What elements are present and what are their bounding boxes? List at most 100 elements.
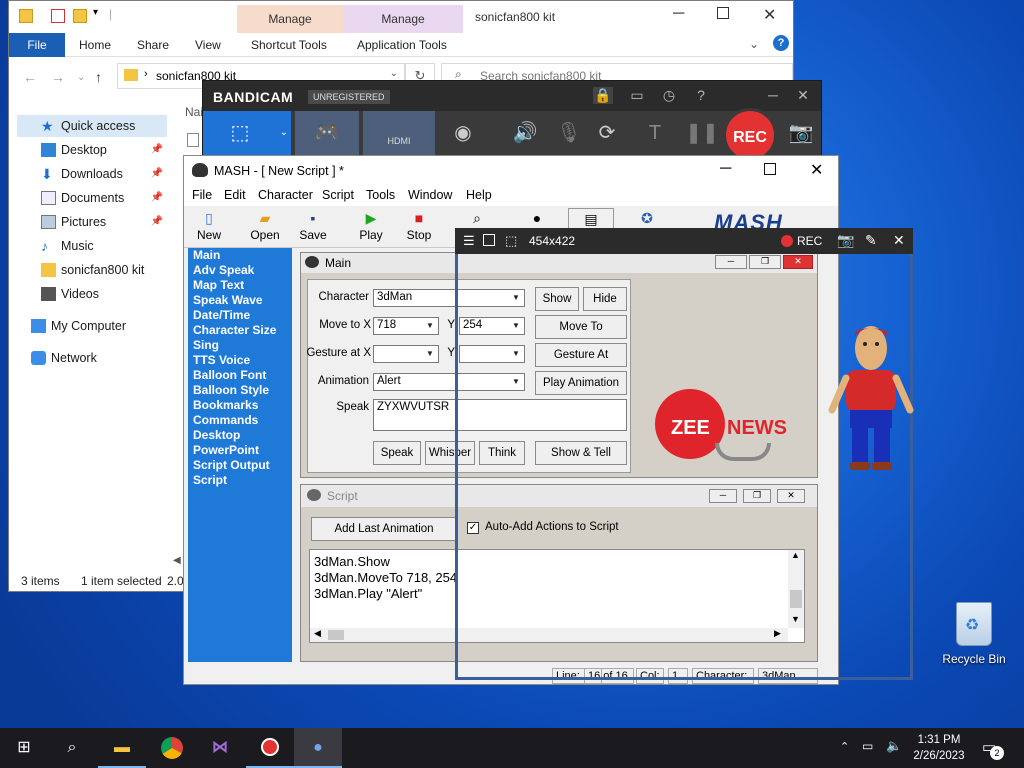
pencil-icon[interactable]: ✎	[865, 232, 877, 249]
volume-icon[interactable]: 🔈	[886, 738, 902, 754]
play-button[interactable]: ▶ Play	[348, 208, 394, 248]
properties-icon[interactable]	[51, 9, 65, 23]
text-overlay-icon[interactable]: T	[635, 111, 675, 157]
menu-help[interactable]: Help	[466, 188, 492, 202]
start-button[interactable]: ⊞	[0, 728, 48, 768]
screen-record-mode-button[interactable]: ⬚	[203, 111, 277, 157]
menu-script[interactable]: Script	[322, 188, 354, 202]
close-icon[interactable]: ✕	[793, 87, 813, 104]
network-icon[interactable]: ▭	[862, 739, 873, 753]
address-dropdown-icon[interactable]: ⌄	[390, 68, 398, 79]
help-icon[interactable]: ?	[773, 35, 789, 51]
sidebar-item-script-output[interactable]: Script Output	[193, 458, 270, 473]
forward-icon[interactable]: →	[51, 69, 65, 85]
help-icon[interactable]: ?	[691, 87, 711, 103]
sidebar-item-main[interactable]: Main	[193, 248, 220, 263]
column-header-name[interactable]: Nai	[185, 105, 203, 119]
file-icon[interactable]	[187, 133, 199, 147]
close-icon[interactable]: ✕	[893, 232, 905, 249]
customize-quick-access-icon[interactable]: ▾	[93, 7, 98, 18]
timer-icon[interactable]: ◷	[659, 87, 679, 104]
nav-network[interactable]: Network	[17, 347, 167, 369]
taskbar-clock[interactable]: 1:31 PM 2/26/2023	[908, 732, 970, 764]
taskbar-visual-studio[interactable]: ⋈	[196, 728, 244, 768]
scroll-left-icon[interactable]: ◀	[173, 555, 181, 566]
sidebar-item-speak-wave[interactable]: Speak Wave	[193, 293, 263, 308]
taskbar-bandicam[interactable]	[246, 728, 294, 768]
sidebar-item-date-time[interactable]: Date/Time	[193, 308, 250, 323]
sidebar-item-adv-speak[interactable]: Adv Speak	[193, 263, 254, 278]
bandicam-rec-button[interactable]: REC	[723, 108, 777, 162]
tab-home[interactable]: Home	[79, 38, 111, 52]
mode-dropdown-icon[interactable]: ⌄	[277, 111, 291, 157]
new-button[interactable]: ▯ New	[186, 208, 232, 248]
pin-icon[interactable]: 📌	[151, 163, 163, 185]
sidebar-item-powerpoint[interactable]: PowerPoint	[193, 443, 259, 458]
region-icon[interactable]: ⬚	[505, 233, 517, 249]
horizontal-scroll-thumb[interactable]	[328, 630, 344, 640]
sidebar-item-commands[interactable]: Commands	[193, 413, 258, 428]
menu-window[interactable]: Window	[408, 188, 452, 202]
game-mode-button[interactable]: 🎮	[295, 111, 359, 157]
sidebar-item-script[interactable]: Script	[193, 473, 227, 488]
maximize-icon[interactable]	[717, 7, 729, 19]
cursor-effects-icon[interactable]: ⟳	[587, 111, 627, 157]
pin-icon[interactable]: 📌	[151, 211, 163, 233]
sidebar-item-balloon-font[interactable]: Balloon Font	[193, 368, 266, 383]
sidebar-item-balloon-style[interactable]: Balloon Style	[193, 383, 269, 398]
close-icon[interactable]: ✕	[810, 160, 823, 180]
minimize-icon[interactable]: ─	[673, 5, 684, 23]
back-icon[interactable]: ←	[23, 69, 37, 85]
camera-icon[interactable]: 📷	[837, 232, 854, 249]
nav-my-computer[interactable]: My Computer	[17, 315, 167, 337]
menu-edit[interactable]: Edit	[224, 188, 246, 202]
speak-button[interactable]: Speak	[373, 441, 421, 465]
nav-quick-access[interactable]: ★ Quick access	[17, 115, 167, 137]
save-button[interactable]: ▪ Save	[290, 208, 336, 248]
nav-pictures[interactable]: Pictures 📌	[17, 211, 167, 233]
recent-locations-icon[interactable]: ⌄	[77, 72, 85, 83]
close-icon[interactable]: ✕	[763, 5, 776, 25]
pin-icon[interactable]: 📌	[151, 187, 163, 209]
lock-icon[interactable]: 🔒	[593, 87, 613, 104]
minimize-icon[interactable]: ─	[720, 160, 731, 178]
move-x-select[interactable]: 718 ▼	[373, 317, 439, 335]
pin-icon[interactable]: 📌	[151, 139, 163, 161]
menu-character[interactable]: Character	[258, 188, 313, 202]
file-tab[interactable]: File	[9, 33, 65, 57]
open-button[interactable]: ▰ Open	[242, 208, 288, 248]
minimize-icon[interactable]: ─	[763, 87, 783, 103]
menu-tools[interactable]: Tools	[366, 188, 395, 202]
tab-shortcut-tools[interactable]: Shortcut Tools	[251, 38, 327, 52]
nav-sonicfan800-kit[interactable]: sonicfan800 kit	[17, 259, 167, 281]
recycle-bin[interactable]: ♻ Recycle Bin	[938, 602, 1010, 672]
microphone-icon[interactable]: 🎙	[549, 111, 589, 157]
nav-videos[interactable]: Videos	[17, 283, 167, 305]
folder-icon[interactable]: ▭	[627, 87, 647, 104]
screenshot-camera-icon[interactable]: 📷	[783, 111, 819, 157]
ribbon-expand-icon[interactable]: ⌄	[749, 37, 759, 51]
menu-file[interactable]: File	[192, 188, 212, 202]
hdmi-mode-button[interactable]: HDMI	[363, 111, 435, 157]
taskbar-mash[interactable]: ●	[294, 728, 342, 768]
tab-share[interactable]: Share	[137, 38, 169, 52]
speaker-icon[interactable]: 🔊	[505, 111, 545, 157]
sidebar-item-map-text[interactable]: Map Text	[193, 278, 244, 293]
stop-button[interactable]: ■ Stop	[396, 208, 442, 248]
sidebar-item-tts-voice[interactable]: TTS Voice	[193, 353, 250, 368]
capture-rec-button[interactable]: REC	[797, 234, 822, 248]
taskbar-chrome[interactable]	[148, 728, 196, 768]
nav-downloads[interactable]: ⬇ Downloads 📌	[17, 163, 167, 185]
menu-icon[interactable]: ☰	[463, 233, 475, 249]
add-last-animation-button[interactable]: Add Last Animation	[311, 517, 457, 541]
sidebar-item-bookmarks[interactable]: Bookmarks	[193, 398, 258, 413]
up-icon[interactable]: ↑	[95, 69, 102, 85]
search-button[interactable]: ⌕	[48, 728, 96, 768]
sidebar-item-desktop[interactable]: Desktop	[193, 428, 240, 443]
taskbar-file-explorer[interactable]: ▬	[98, 728, 146, 768]
fullscreen-icon[interactable]	[483, 234, 495, 246]
3dman-character[interactable]	[826, 322, 916, 474]
show-hidden-icons-icon[interactable]: ⌃	[840, 740, 849, 753]
pause-icon[interactable]: ❚❚	[685, 111, 719, 157]
tab-application-tools[interactable]: Application Tools	[357, 38, 447, 52]
